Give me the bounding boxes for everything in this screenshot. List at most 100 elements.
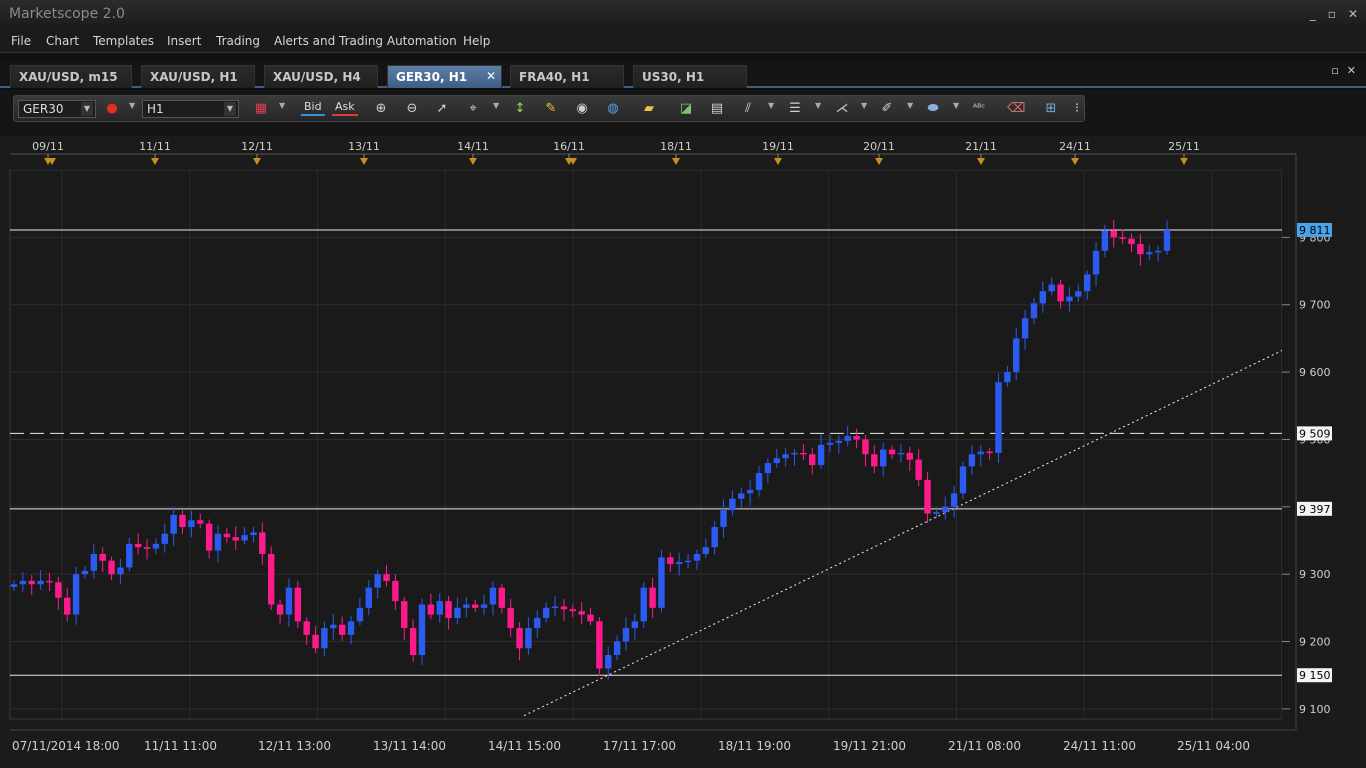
- cursor-icon[interactable]: ➚: [433, 100, 451, 118]
- top-date-axis: 09/11 11/11 12/11 13/11 14/11 16/11 18/11 19/11…: [10, 136, 1296, 170]
- candle-type-icon[interactable]: ▦: [252, 100, 270, 118]
- candle-body: [126, 543, 133, 568]
- menu-insert[interactable]: Insert: [167, 34, 201, 48]
- candle-body: [179, 514, 186, 528]
- close-tab-icon[interactable]: ✕: [486, 69, 496, 83]
- restore-button[interactable]: ▫: [1328, 7, 1336, 21]
- add-indicator-icon[interactable]: ◪: [677, 100, 695, 118]
- candle-body: [1163, 229, 1171, 251]
- candle-body: [613, 641, 621, 656]
- pen-icon[interactable]: ✐: [878, 100, 896, 118]
- candle-body: [409, 628, 417, 656]
- tab-xauusd-h4[interactable]: XAU/USD, H4: [264, 65, 378, 88]
- chevron-down-icon[interactable]: ▼: [129, 101, 135, 110]
- candle-body: [1075, 291, 1082, 297]
- chart-area[interactable]: 09/11 11/11 12/11 13/11 14/11 16/11 18/11 19/11…: [0, 136, 1366, 768]
- menu-help[interactable]: Help: [463, 34, 490, 48]
- tab-ger30-h1[interactable]: GER30, H1 ✕: [387, 65, 502, 88]
- horizontal-lines-icon[interactable]: ☰: [786, 100, 804, 118]
- tab-label: XAU/USD, H1: [150, 70, 238, 84]
- candle-body: [1146, 252, 1153, 255]
- data-window-icon[interactable]: ↕: [511, 100, 529, 118]
- instrument-select[interactable]: GER30 ▼: [18, 100, 96, 118]
- candle-body: [809, 454, 816, 466]
- eraser-icon[interactable]: ⌫: [1007, 100, 1025, 118]
- candle-body: [321, 628, 328, 649]
- menu-alerts-automation[interactable]: Alerts and Trading Automation: [274, 34, 457, 48]
- timeframe-select[interactable]: H1 ▼: [142, 100, 239, 118]
- chart-properties-icon[interactable]: ✎: [542, 100, 560, 118]
- maximize-panel-icon[interactable]: ▫: [1331, 64, 1338, 77]
- candle-body: [995, 382, 1002, 453]
- candle-body: [383, 574, 390, 581]
- chevron-down-icon[interactable]: ▼: [953, 101, 959, 110]
- eye-icon[interactable]: ◉: [573, 100, 591, 118]
- candle-body: [702, 547, 709, 554]
- candle-body: [1066, 296, 1073, 302]
- close-button[interactable]: ✕: [1348, 7, 1358, 21]
- candle-body: [1021, 318, 1029, 339]
- candle-body: [365, 587, 372, 608]
- tab-xauusd-h1[interactable]: XAU/USD, H1: [141, 65, 255, 88]
- candle-body: [489, 587, 497, 605]
- candle-body: [578, 611, 585, 615]
- candle-body: [888, 449, 896, 455]
- candle-body: [338, 624, 346, 635]
- tab-label: XAU/USD, m15: [19, 70, 118, 84]
- menu-templates[interactable]: Templates: [93, 34, 154, 48]
- instrument-value: GER30: [23, 102, 64, 116]
- price-chart[interactable]: 09/11 11/11 12/11 13/11 14/11 16/11 18/11 19/11…: [0, 136, 1366, 768]
- ruler-icon[interactable]: ▰: [640, 100, 658, 118]
- lines-icon[interactable]: ⫽: [739, 100, 757, 118]
- candle-body: [472, 604, 479, 608]
- chevron-down-icon[interactable]: ▼: [861, 101, 867, 110]
- live-status-icon[interactable]: ●: [103, 100, 121, 118]
- tree-icon[interactable]: ⊞: [1042, 100, 1060, 118]
- candle-body: [658, 557, 665, 608]
- menu-chart[interactable]: Chart: [46, 34, 79, 48]
- shape-icon[interactable]: ⬬: [924, 100, 942, 118]
- chevron-down-icon[interactable]: ▼: [907, 101, 913, 110]
- text-icon[interactable]: ᴬᴮᶜ: [970, 100, 988, 118]
- crosshair-icon[interactable]: ⌖: [464, 100, 482, 118]
- ask-toggle[interactable]: Ask: [332, 99, 358, 116]
- globe-icon[interactable]: ◍: [604, 100, 622, 118]
- top-date-label: 11/11: [139, 140, 171, 153]
- candle-body: [1083, 274, 1091, 292]
- candle-body: [312, 634, 319, 649]
- candle-body: [835, 440, 843, 443]
- bid-toggle[interactable]: Bid: [301, 99, 325, 116]
- top-date-label: 09/11: [32, 140, 64, 153]
- zoom-out-icon[interactable]: ⊖: [403, 100, 421, 118]
- tab-label: XAU/USD, H4: [273, 70, 361, 84]
- candle-body: [667, 557, 674, 565]
- candle-body: [1030, 303, 1038, 319]
- chevron-down-icon[interactable]: ▼: [279, 101, 285, 110]
- menu-trading[interactable]: Trading: [216, 34, 260, 48]
- candle-body: [108, 560, 115, 575]
- menu-bar: File Chart Templates Insert Trading Aler…: [0, 30, 1366, 52]
- more-icon[interactable]: ⁝: [1068, 100, 1086, 118]
- candle-body: [170, 514, 177, 534]
- zoom-in-icon[interactable]: ⊕: [372, 100, 390, 118]
- trend-tools-icon[interactable]: ⋌: [833, 100, 851, 118]
- minimize-button[interactable]: _: [1310, 7, 1316, 21]
- chevron-down-icon[interactable]: ▼: [815, 101, 821, 110]
- candle-body: [392, 580, 399, 602]
- add-study-icon[interactable]: ▤: [708, 100, 726, 118]
- chevron-down-icon[interactable]: ▼: [768, 101, 774, 110]
- tab-fra40-h1[interactable]: FRA40, H1: [510, 65, 624, 88]
- tab-xauusd-m15[interactable]: XAU/USD, m15: [10, 65, 132, 88]
- time-axis-label: 19/11 21:00: [833, 739, 906, 753]
- plot-background: [9, 169, 1283, 720]
- time-axis-label: 14/11 15:00: [488, 739, 561, 753]
- tab-us30-h1[interactable]: US30, H1: [633, 65, 747, 88]
- candle-body: [356, 607, 364, 622]
- price-label: 9 509: [1299, 427, 1331, 440]
- candle-body: [268, 553, 275, 605]
- window-controls: _ ▫ ✕: [1310, 7, 1358, 21]
- menu-file[interactable]: File: [11, 34, 31, 48]
- candle-body: [19, 580, 27, 585]
- close-panel-icon[interactable]: ✕: [1347, 64, 1356, 77]
- chevron-down-icon[interactable]: ▼: [493, 101, 499, 110]
